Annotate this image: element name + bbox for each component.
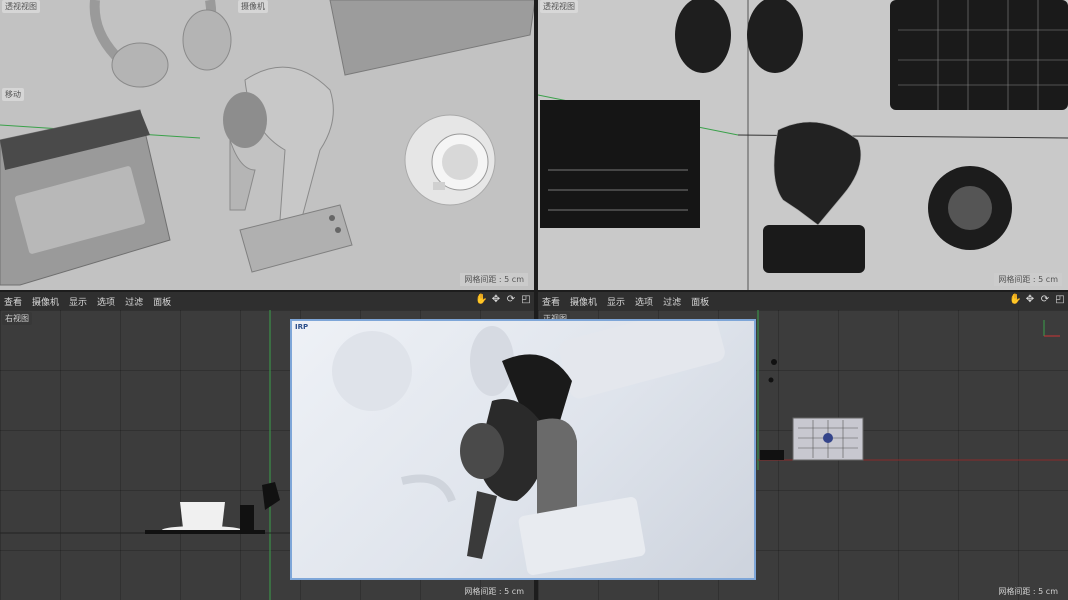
- tablet-model: [329, 0, 534, 76]
- viewport-perspective-shaded[interactable]: 透视视图 摄像机 移动 网格间距 : 5 cm: [0, 0, 534, 290]
- viewport-menu-bar-left: 查看 摄像机 显示 选项 过滤 面板 ✋ ✥ ⟳ ◰: [0, 292, 534, 310]
- menu-options[interactable]: 选项: [97, 295, 115, 308]
- menu-options[interactable]: 选项: [635, 295, 653, 308]
- menu-view[interactable]: 查看: [4, 295, 22, 308]
- axis-gizmo: [1040, 318, 1062, 340]
- menu-display[interactable]: 显示: [607, 295, 625, 308]
- maximize-icon[interactable]: ◰: [1054, 294, 1066, 306]
- keyboard-wire-model: [540, 100, 700, 228]
- pan-icon[interactable]: ✋: [1009, 294, 1021, 306]
- viewport-name-label[interactable]: 右视图: [2, 312, 32, 325]
- keyboard-model: [0, 109, 171, 286]
- grid-spacing-readout: 网格间距 : 5 cm: [994, 273, 1062, 286]
- menu-camera[interactable]: 摄像机: [570, 295, 597, 308]
- cup-silhouette: [162, 502, 242, 534]
- phone-wire-model: [763, 225, 865, 273]
- move-icon[interactable]: ✥: [1024, 294, 1036, 306]
- front-wire-model: [792, 417, 864, 461]
- menu-filter[interactable]: 过滤: [663, 295, 681, 308]
- wireframe-scene: [538, 0, 1068, 290]
- maximize-icon[interactable]: ◰: [520, 294, 532, 306]
- rotate-icon[interactable]: ⟳: [505, 294, 517, 306]
- cup-model: [404, 114, 496, 206]
- perspective-scene: [0, 0, 534, 286]
- menu-panel[interactable]: 面板: [153, 295, 171, 308]
- menu-view[interactable]: 查看: [542, 295, 560, 308]
- grid-spacing-readout: 网格间距 : 5 cm: [998, 587, 1058, 596]
- viewport-name-label[interactable]: 透视视图: [2, 0, 40, 13]
- grid-spacing-readout: 网格间距 : 5 cm: [464, 587, 524, 596]
- tablet-wire-model: [890, 0, 1068, 110]
- rotate-icon[interactable]: ⟳: [1039, 294, 1051, 306]
- earbud-wire-model: [773, 121, 862, 226]
- render-region-badge[interactable]: IRP: [295, 323, 308, 331]
- grid-spacing-readout: 网格间距 : 5 cm: [460, 273, 528, 286]
- render-preview-image: [332, 321, 725, 576]
- headphones-model: [89, 0, 232, 88]
- viewport-perspective-wireframe[interactable]: 透视视图 网格间距 : 5 cm: [538, 0, 1068, 290]
- headphones-wire-model: [675, 0, 803, 73]
- cup-wire-model: [928, 166, 1012, 250]
- interactive-render-region[interactable]: IRP: [290, 319, 756, 580]
- viewport-name-label[interactable]: 透视视图: [540, 0, 578, 13]
- menu-filter[interactable]: 过滤: [125, 295, 143, 308]
- camera-label[interactable]: 摄像机: [238, 0, 268, 13]
- move-tool-label: 移动: [2, 88, 24, 101]
- viewport-menu-bar-right: 查看 摄像机 显示 选项 过滤 面板 ✋ ✥ ⟳ ◰: [538, 292, 1068, 310]
- menu-camera[interactable]: 摄像机: [32, 295, 59, 308]
- menu-display[interactable]: 显示: [69, 295, 87, 308]
- pan-icon[interactable]: ✋: [475, 294, 487, 306]
- menu-panel[interactable]: 面板: [691, 295, 709, 308]
- move-icon[interactable]: ✥: [490, 294, 502, 306]
- earbud-model: [223, 66, 334, 226]
